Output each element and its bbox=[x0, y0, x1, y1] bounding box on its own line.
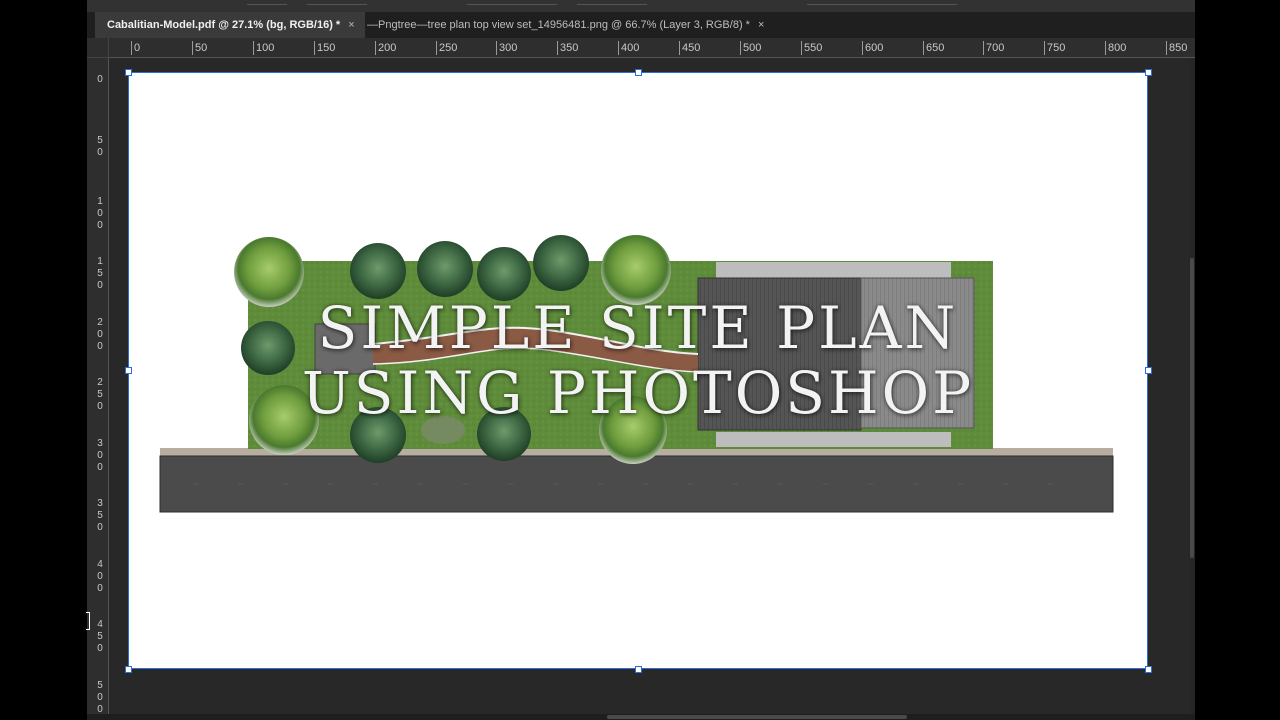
ruler-tick: 700 bbox=[983, 41, 1004, 55]
close-icon[interactable]: × bbox=[758, 12, 764, 38]
tab-label: —Pngtree—tree plan top view set_14956481… bbox=[367, 19, 750, 31]
black-bar-left bbox=[0, 0, 87, 720]
ruler-tick: 400 bbox=[97, 559, 103, 594]
ruler-tick: 850 bbox=[1166, 41, 1187, 55]
ruler-tick: 100 bbox=[97, 196, 103, 231]
horizontal-scrollbar[interactable] bbox=[607, 715, 907, 719]
ruler-tick: 350 bbox=[557, 41, 578, 55]
ruler-tick: 500 bbox=[740, 41, 761, 55]
transform-handle-top-right[interactable] bbox=[1145, 69, 1152, 76]
ruler-tick: 100 bbox=[253, 41, 274, 55]
ruler-tick: 800 bbox=[1105, 41, 1126, 55]
ruler-tick: 50 bbox=[192, 41, 207, 55]
ruler-tick: 200 bbox=[97, 317, 103, 352]
scrollbar-thumb[interactable] bbox=[1190, 258, 1194, 558]
ruler-tick: 450 bbox=[97, 619, 103, 654]
document-tab-bar: Cabalitian-Model.pdf @ 27.1% (bg, RGB/16… bbox=[87, 12, 1195, 38]
title-line-1: SIMPLE SITE PLAN bbox=[317, 294, 959, 362]
transform-handle-bottom[interactable] bbox=[635, 666, 642, 673]
ruler-tick: 650 bbox=[923, 41, 944, 55]
ruler-corner[interactable] bbox=[87, 38, 109, 58]
ruler-tick: 0 bbox=[97, 74, 103, 85]
ruler-tick: 400 bbox=[618, 41, 639, 55]
tab-pngtree-tree-plan[interactable]: —Pngtree—tree plan top view set_14956481… bbox=[355, 12, 774, 38]
transform-handle-right[interactable] bbox=[1145, 367, 1152, 374]
document-canvas[interactable]: SIMPLE SITE PLAN USING PHOTOSHOP bbox=[128, 72, 1148, 669]
transform-handle-left[interactable] bbox=[125, 367, 132, 374]
title-line-2: USING PHOTOSHOP bbox=[301, 359, 975, 427]
vertical-ruler[interactable]: 0 50 100 150 200 250 300 350 400 450 500 bbox=[87, 58, 109, 714]
ruler-tick: 450 bbox=[679, 41, 700, 55]
ruler-tick: 300 bbox=[496, 41, 517, 55]
ruler-tick: 150 bbox=[314, 41, 335, 55]
transform-handle-bottom-right[interactable] bbox=[1145, 666, 1152, 673]
vertical-scrollbar[interactable] bbox=[1189, 58, 1195, 714]
ruler-tick: 750 bbox=[1044, 41, 1065, 55]
tab-cabalitian-model[interactable]: Cabalitian-Model.pdf @ 27.1% (bg, RGB/16… bbox=[95, 12, 365, 38]
ruler-tick: 250 bbox=[436, 41, 457, 55]
ruler-tick: 200 bbox=[375, 41, 396, 55]
tab-label: Cabalitian-Model.pdf @ 27.1% (bg, RGB/16… bbox=[107, 19, 341, 31]
ruler-tick: 500 bbox=[97, 680, 103, 714]
ruler-tick: 250 bbox=[97, 377, 103, 412]
cursor-icon bbox=[86, 612, 90, 630]
ruler-tick: 0 bbox=[131, 41, 140, 55]
ruler-tick: 550 bbox=[801, 41, 822, 55]
ruler-tick: 350 bbox=[97, 498, 103, 533]
black-bar-right bbox=[1195, 0, 1280, 720]
status-bar bbox=[87, 714, 1195, 720]
ruler-tick: 150 bbox=[97, 256, 103, 291]
ruler-tick: 300 bbox=[97, 438, 103, 473]
horizontal-ruler[interactable]: 0 50 100 150 200 250 300 350 400 450 500… bbox=[109, 38, 1195, 58]
ruler-tick: 600 bbox=[862, 41, 883, 55]
close-icon[interactable]: × bbox=[348, 12, 354, 38]
transform-handle-top[interactable] bbox=[635, 69, 642, 76]
ruler-tick: 50 bbox=[97, 135, 103, 158]
options-bar bbox=[87, 0, 1195, 12]
transform-handle-bottom-left[interactable] bbox=[125, 666, 132, 673]
transform-handle-top-left[interactable] bbox=[125, 69, 132, 76]
